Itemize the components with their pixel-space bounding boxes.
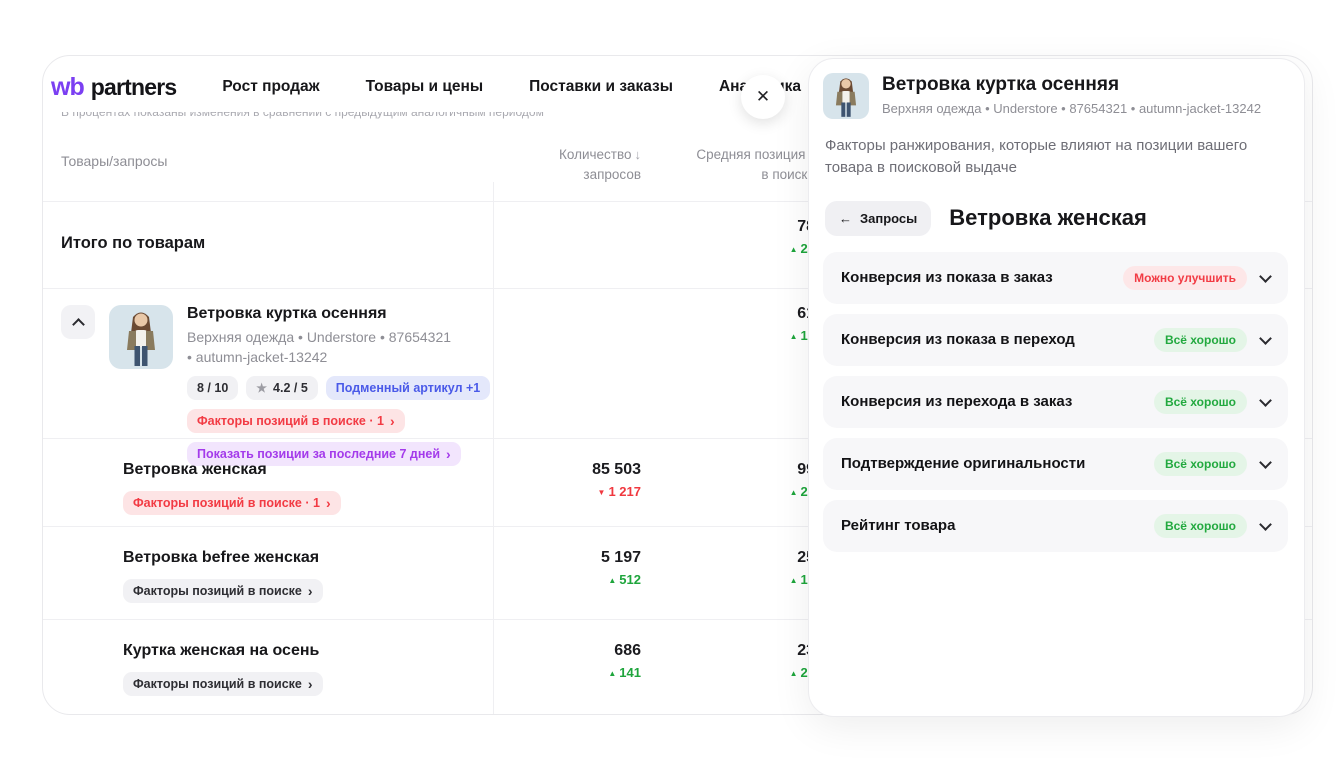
rating-badge: ★4.2 / 5 bbox=[246, 376, 318, 400]
chevron-down-icon bbox=[1259, 270, 1272, 283]
star-icon: ★ bbox=[256, 381, 267, 395]
trend-up-icon: ▲ bbox=[790, 669, 798, 678]
column-header-products-queries: Товары/запросы bbox=[61, 151, 167, 172]
panel-query-title: Ветровка женская bbox=[949, 205, 1147, 231]
panel-product-subtitle: Верхняя одежда • Understore • 87654321 •… bbox=[882, 101, 1261, 116]
factor-product-rating[interactable]: Рейтинг товара Всё хорошо bbox=[823, 500, 1288, 552]
search-position-factors-badge[interactable]: Факторы позиций в поиске› bbox=[123, 672, 323, 696]
avg-position-cell: 25 ▲19 bbox=[643, 549, 815, 587]
substitute-article-badge[interactable]: Подменный артикул +1 bbox=[326, 376, 490, 400]
product-image bbox=[823, 73, 869, 119]
status-badge: Всё хорошо bbox=[1154, 514, 1247, 538]
chevron-down-icon bbox=[1259, 456, 1272, 469]
trend-up-icon: ▲ bbox=[790, 488, 798, 497]
query-title: Ветровка befree женская bbox=[123, 549, 319, 567]
chevron-down-icon bbox=[1259, 332, 1272, 345]
query-title: Ветровка женская bbox=[123, 461, 267, 479]
column-header-avg-position[interactable]: Средняя позиция↓ в поиске bbox=[643, 145, 815, 186]
search-position-factors-badge[interactable]: Факторы позиций в поиске› bbox=[123, 579, 323, 603]
nav-item-supplies-orders[interactable]: Поставки и заказы bbox=[529, 78, 673, 96]
status-badge: Всё хорошо bbox=[1154, 452, 1247, 476]
wb-partners-logo[interactable]: wb partners bbox=[51, 73, 176, 102]
avg-position-cell: 23 ▲21 bbox=[643, 642, 815, 680]
total-row-label: Итого по товарам bbox=[61, 234, 205, 253]
column-header-query-count[interactable]: Количество↓ запросов bbox=[463, 145, 641, 186]
trend-down-icon: ▼ bbox=[598, 488, 606, 497]
query-title: Куртка женская на осень bbox=[123, 642, 319, 660]
ranking-factors-list: Конверсия из показа в заказ Можно улучши… bbox=[823, 252, 1288, 552]
chevron-right-icon: › bbox=[326, 496, 331, 510]
chevron-down-icon bbox=[1259, 394, 1272, 407]
product-image bbox=[109, 305, 173, 369]
avg-position-cell: 99 ▲28 bbox=[643, 461, 815, 499]
query-count-cell: 85 503 ▼1 217 bbox=[463, 461, 641, 499]
back-arrow-icon: ← bbox=[839, 211, 852, 226]
trend-up-icon: ▲ bbox=[790, 576, 798, 585]
search-position-factors-badge[interactable]: Факторы позиций в поиске · 1› bbox=[123, 491, 341, 515]
total-avg-position-cell: 78 ▲24 bbox=[643, 218, 815, 256]
search-position-factors-badge[interactable]: Факторы позиций в поиске · 1› bbox=[187, 409, 405, 433]
status-badge: Всё хорошо bbox=[1154, 390, 1247, 414]
product-avg-position-cell: 61 ▲18 bbox=[643, 305, 815, 343]
status-badge: Всё хорошо bbox=[1154, 328, 1247, 352]
trend-up-icon: ▲ bbox=[790, 332, 798, 341]
trend-up-icon: ▲ bbox=[608, 669, 616, 678]
chevron-right-icon: › bbox=[308, 677, 313, 691]
panel-product-title: Ветровка куртка осенняя bbox=[882, 74, 1261, 96]
chevron-down-icon bbox=[1259, 518, 1272, 531]
back-to-queries-button[interactable]: ← Запросы bbox=[825, 201, 931, 236]
factor-conversion-view-to-click[interactable]: Конверсия из показа в переход Всё хорошо bbox=[823, 314, 1288, 366]
close-icon: ✕ bbox=[756, 87, 770, 107]
trend-up-icon: ▲ bbox=[790, 245, 798, 254]
close-panel-button[interactable]: ✕ bbox=[741, 75, 785, 119]
chevron-right-icon: › bbox=[390, 414, 395, 428]
chevron-right-icon: › bbox=[308, 584, 313, 598]
query-count-cell: 686 ▲141 bbox=[463, 642, 641, 680]
factor-conversion-click-to-order[interactable]: Конверсия из перехода в заказ Всё хорошо bbox=[823, 376, 1288, 428]
logo-partners-text: partners bbox=[91, 74, 177, 101]
panel-description: Факторы ранжирования, которые влияют на … bbox=[825, 135, 1275, 179]
collapse-row-button[interactable] bbox=[61, 305, 95, 339]
chevron-up-icon bbox=[72, 318, 85, 331]
trend-up-icon: ▲ bbox=[608, 576, 616, 585]
nav-item-goods-prices[interactable]: Товары и цены bbox=[366, 78, 484, 96]
logo-wb-mark: wb bbox=[51, 73, 84, 102]
product-title: Ветровка куртка осенняя bbox=[187, 305, 490, 323]
status-badge: Можно улучшить bbox=[1123, 266, 1247, 290]
score-badge: 8 / 10 bbox=[187, 376, 238, 400]
nav-item-sales-growth[interactable]: Рост продаж bbox=[222, 78, 319, 96]
product-subtitle: Верхняя одежда • Understore • 87654321 •… bbox=[187, 328, 457, 367]
factor-originality-confirmation[interactable]: Подтверждение оригинальности Всё хорошо bbox=[823, 438, 1288, 490]
factor-conversion-view-to-order[interactable]: Конверсия из показа в заказ Можно улучши… bbox=[823, 252, 1288, 304]
sort-desc-icon: ↓ bbox=[635, 147, 642, 162]
ranking-factors-panel: Ветровка куртка осенняя Верхняя одежда •… bbox=[808, 58, 1305, 717]
query-count-cell: 5 197 ▲512 bbox=[463, 549, 641, 587]
